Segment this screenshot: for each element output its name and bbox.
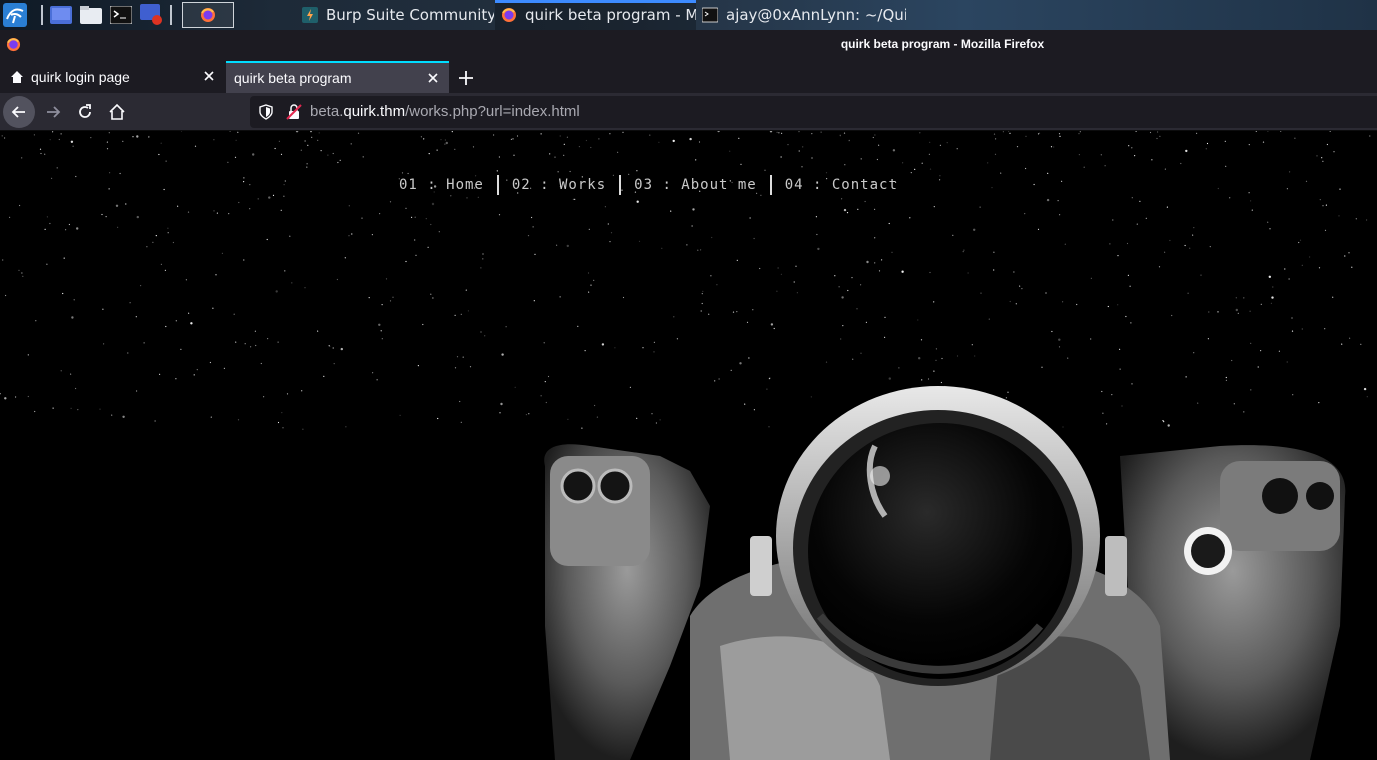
firefox-icon (502, 8, 516, 22)
window-title: quirk beta program - Mozilla Firefox (840, 37, 1045, 51)
burp-icon (302, 7, 318, 23)
menu-item-home[interactable]: 01 : Home (399, 177, 484, 193)
terminal-icon (702, 7, 718, 23)
file-manager-icon[interactable] (79, 3, 103, 27)
menu-divider (619, 175, 622, 195)
tab-label: quirk beta program (234, 70, 352, 86)
task-burp-suite[interactable]: Burp Suite Community E... (296, 0, 494, 30)
back-button[interactable] (3, 96, 35, 128)
kali-menu-icon[interactable] (2, 3, 28, 27)
navigation-bar: beta.quirk.thm/works.php?url=index.html (0, 93, 1377, 131)
close-icon[interactable] (201, 68, 217, 84)
task-firefox[interactable]: quirk beta program - Mo... (495, 0, 696, 30)
task-label: ajay@0xAnnLynn: ~/Qui... (726, 6, 906, 24)
menu-divider (496, 175, 499, 195)
forward-button[interactable] (37, 96, 69, 128)
menu-item-about[interactable]: 03 : About me (634, 177, 757, 193)
task-label: Burp Suite Community E... (326, 6, 494, 24)
task-terminal[interactable]: ajay@0xAnnLynn: ~/Qui... (696, 0, 906, 30)
window-titlebar: quirk beta program - Mozilla Firefox (0, 30, 1377, 59)
desktop-icon[interactable] (49, 3, 73, 27)
home-icon (11, 71, 23, 83)
menu-item-contact[interactable]: 04 : Contact (785, 177, 898, 193)
back-arrow-icon (11, 106, 25, 118)
astronaut-image (544, 386, 1346, 760)
reload-button[interactable] (69, 96, 101, 128)
tab-quirk-login[interactable]: quirk login page (0, 61, 225, 93)
page-viewport: 01 : Home 02 : Works 03 : About me 04 : … (0, 131, 1377, 760)
system-panel: Burp Suite Community E... quirk beta pro… (0, 0, 1377, 30)
plus-icon[interactable] (454, 66, 478, 90)
screen-recorder-icon[interactable] (139, 3, 165, 27)
reload-icon (79, 104, 91, 118)
home-icon (109, 103, 125, 120)
task-label: quirk beta program - Mo... (525, 6, 696, 24)
insecure-lock-icon[interactable] (286, 104, 302, 120)
url-text[interactable]: beta.quirk.thm/works.php?url=index.html (310, 103, 580, 120)
tab-quirk-beta[interactable]: quirk beta program (226, 61, 449, 93)
close-icon[interactable] (425, 70, 441, 86)
tab-label: quirk login page (31, 69, 130, 85)
terminal-icon[interactable] (109, 3, 133, 27)
firefox-launcher[interactable] (182, 2, 234, 28)
menu-divider (769, 175, 772, 195)
firefox-icon (201, 8, 215, 22)
shield-icon[interactable] (258, 104, 274, 120)
forward-arrow-icon (47, 106, 61, 118)
url-bar[interactable]: beta.quirk.thm/works.php?url=index.html (250, 96, 1377, 128)
home-button[interactable] (101, 96, 133, 128)
tab-strip: quirk login page quirk beta program (0, 59, 1377, 93)
site-menu: 01 : Home 02 : Works 03 : About me 04 : … (399, 175, 898, 195)
menu-item-works[interactable]: 02 : Works (512, 177, 606, 193)
